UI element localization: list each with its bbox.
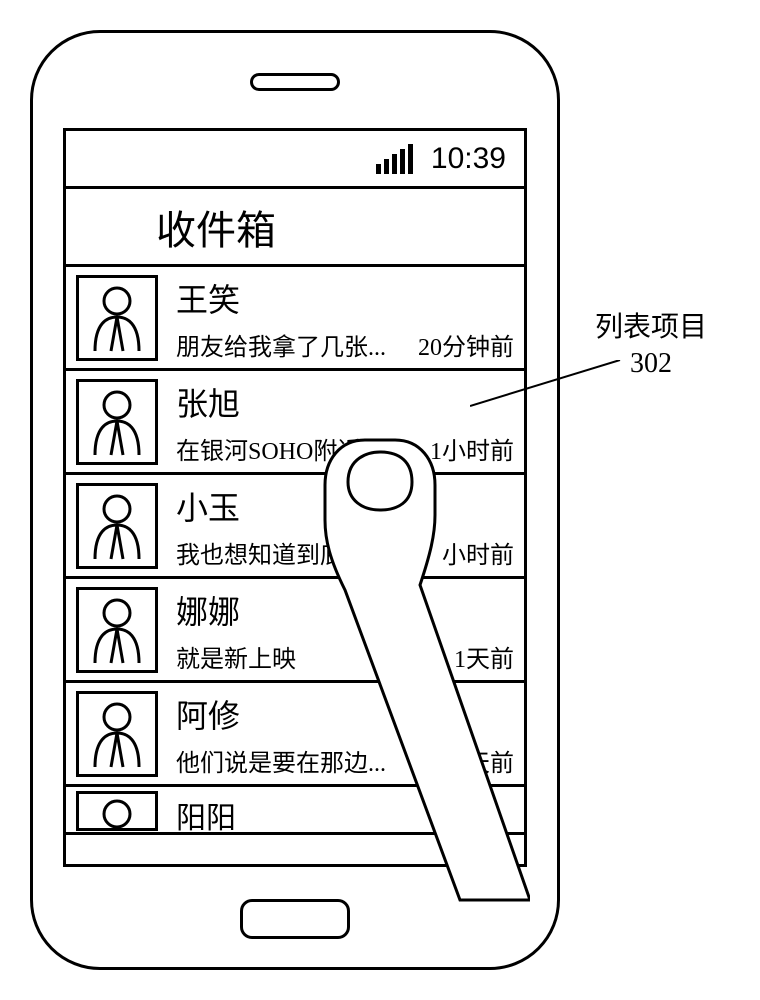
title-bar: 收件箱 <box>66 189 524 267</box>
message-snippet: 我也想知道到底 <box>176 535 344 570</box>
list-item[interactable]: 阳阳 <box>66 787 524 835</box>
annotation-ref: 302 <box>595 346 707 382</box>
phone-outline: 10:39 收件箱 王笑 朋友给我拿了几张... 20分钟前 <box>30 30 560 970</box>
avatar-icon <box>76 587 158 673</box>
list-item[interactable]: 阿修 他们说是要在那边... 3天前 <box>66 683 524 787</box>
sender-name: 张旭 <box>176 379 514 425</box>
message-snippet: 他们说是要在那边... <box>176 743 386 778</box>
status-bar: 10:39 <box>66 131 524 189</box>
list-item[interactable]: 王笑 朋友给我拿了几张... 20分钟前 <box>66 267 524 371</box>
message-time: 1小时前 <box>422 431 514 466</box>
message-time: 1天前 <box>446 639 514 674</box>
sender-name: 小玉 <box>176 483 514 529</box>
message-snippet: 就是新上映 <box>176 639 296 674</box>
home-button[interactable] <box>240 899 350 939</box>
status-time: 10:39 <box>431 142 506 176</box>
list-item[interactable]: 张旭 在银河SOHO附近... 1小时前 <box>66 371 524 475</box>
message-time: 3天前 <box>446 743 514 778</box>
sender-name: 娜娜 <box>176 587 514 633</box>
avatar-icon <box>76 791 158 831</box>
message-time: 20分钟前 <box>410 327 514 362</box>
message-time: 小时前 <box>434 535 514 570</box>
list-item[interactable]: 娜娜 就是新上映 1天前 <box>66 579 524 683</box>
message-snippet: 在银河SOHO附近... <box>176 431 379 466</box>
sender-name: 阿修 <box>176 691 514 737</box>
annotation-label: 列表项目 302 <box>595 310 707 383</box>
avatar-icon <box>76 275 158 361</box>
annotation-text: 列表项目 <box>595 310 707 346</box>
sender-name: 阳阳 <box>176 793 514 837</box>
list-item[interactable]: 小玉 我也想知道到底 小时前 <box>66 475 524 579</box>
avatar-icon <box>76 483 158 569</box>
sender-name: 王笑 <box>176 275 514 321</box>
message-snippet: 朋友给我拿了几张... <box>176 327 386 362</box>
message-list[interactable]: 王笑 朋友给我拿了几张... 20分钟前 张旭 在银河SOHO <box>66 267 524 835</box>
signal-icon <box>376 144 413 174</box>
speaker-slot <box>250 73 340 91</box>
title-text: 收件箱 <box>156 198 276 256</box>
phone-screen: 10:39 收件箱 王笑 朋友给我拿了几张... 20分钟前 <box>63 128 527 867</box>
avatar-icon <box>76 379 158 465</box>
avatar-icon <box>76 691 158 777</box>
